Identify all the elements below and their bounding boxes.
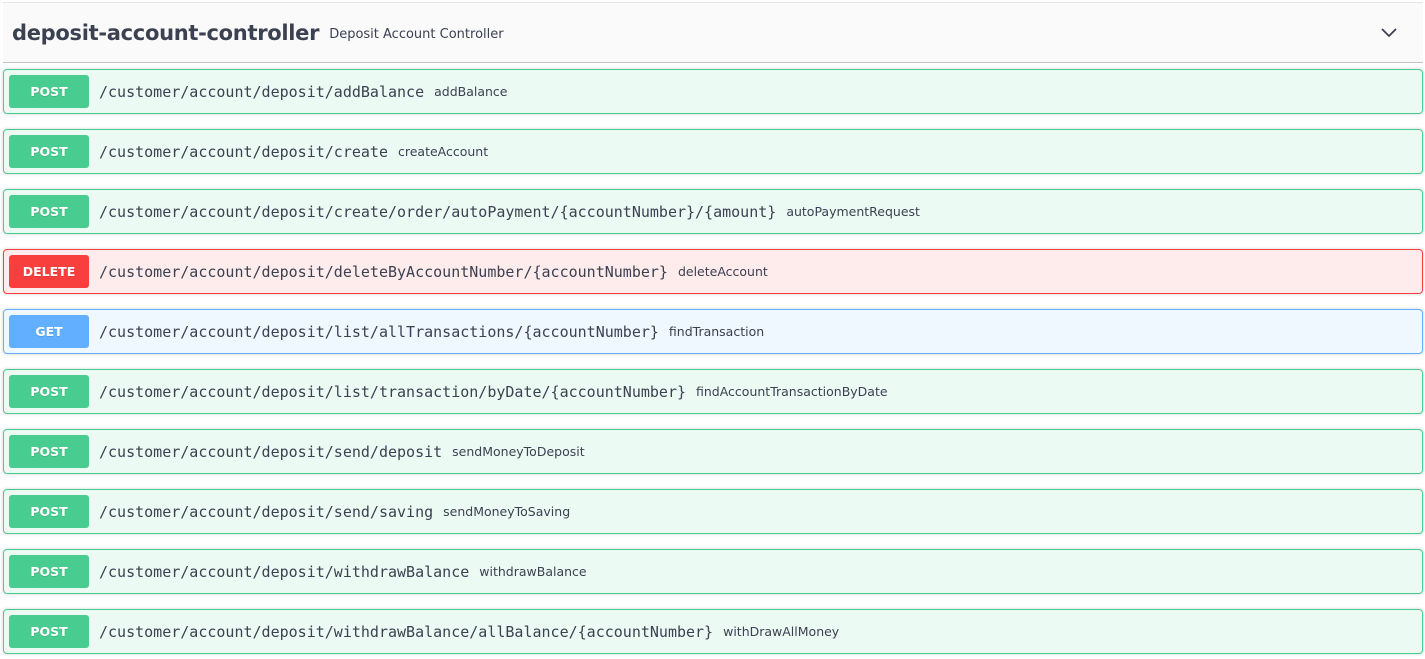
operation-path: /customer/account/deposit/withdrawBalanc… [99,562,470,581]
method-badge: DELETE [9,255,89,288]
operation-summary: sendMoneyToDeposit [452,444,585,459]
operation-row[interactable]: POST /customer/account/deposit/create/or… [3,189,1423,234]
operation-summary: deleteAccount [677,264,768,279]
operation-path: /customer/account/deposit/deleteByAccoun… [99,262,668,281]
operation-row[interactable]: POST /customer/account/deposit/list/tran… [3,369,1423,414]
method-badge: POST [9,555,89,588]
operation-path: /customer/account/deposit/list/transacti… [99,382,686,401]
operation-summary: sendMoneyToSaving [443,504,571,519]
operation-summary: autoPaymentRequest [786,204,920,219]
operation-row[interactable]: POST /customer/account/deposit/addBalanc… [3,69,1423,114]
operation-path: /customer/account/deposit/create [99,142,388,161]
operation-path: /customer/account/deposit/withdrawBalanc… [99,622,714,641]
chevron-down-icon[interactable] [1381,27,1397,39]
controller-header[interactable]: deposit-account-controller Deposit Accou… [3,2,1423,63]
method-badge: POST [9,375,89,408]
operation-row[interactable]: POST /customer/account/deposit/create cr… [3,129,1423,174]
method-badge: GET [9,315,89,348]
controller-name: deposit-account-controller [12,20,320,45]
operation-summary: createAccount [397,144,489,159]
method-badge: POST [9,435,89,468]
operation-summary: withdrawBalance [479,564,587,579]
method-badge: POST [9,135,89,168]
operation-summary: withDrawAllMoney [723,624,840,639]
operation-summary: addBalance [434,84,508,99]
operation-path: /customer/account/deposit/addBalance [99,82,425,101]
operation-row[interactable]: GET /customer/account/deposit/list/allTr… [3,309,1423,354]
operation-path: /customer/account/deposit/send/saving [99,502,434,521]
method-badge: POST [9,195,89,228]
method-badge: POST [9,495,89,528]
operation-summary: findAccountTransactionByDate [696,384,888,399]
controller-description: Deposit Account Controller [329,27,504,42]
operation-row[interactable]: POST /customer/account/deposit/send/savi… [3,489,1423,534]
operation-row[interactable]: POST /customer/account/deposit/withdrawB… [3,549,1423,594]
controller-section: deposit-account-controller Deposit Accou… [0,0,1425,659]
operation-summary: findTransaction [668,324,765,339]
operation-row[interactable]: DELETE /customer/account/deposit/deleteB… [3,249,1423,294]
operation-path: /customer/account/deposit/send/deposit [99,442,443,461]
operation-row[interactable]: POST /customer/account/deposit/withdrawB… [3,609,1423,654]
method-badge: POST [9,75,89,108]
method-badge: POST [9,615,89,648]
operation-row[interactable]: POST /customer/account/deposit/send/depo… [3,429,1423,474]
operation-path: /customer/account/deposit/create/order/a… [99,202,777,221]
operation-path: /customer/account/deposit/list/allTransa… [99,322,659,341]
